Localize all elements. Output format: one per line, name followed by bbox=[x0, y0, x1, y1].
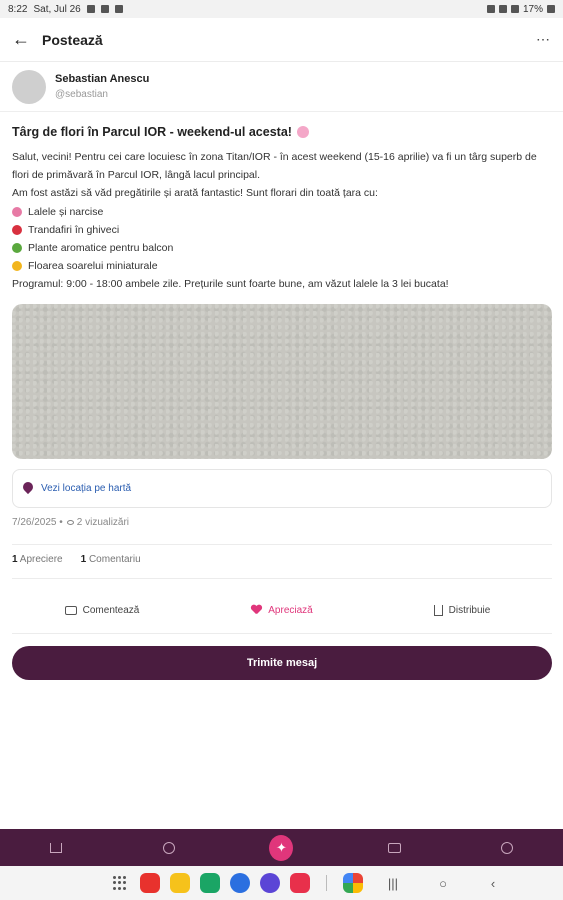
notification-icon bbox=[86, 5, 95, 13]
tulip-emoji-icon bbox=[12, 206, 22, 217]
divider bbox=[12, 633, 552, 634]
compass-icon bbox=[162, 841, 175, 854]
post-body: Salut, vecini! Pentru cei care locuiesc … bbox=[12, 148, 552, 294]
dock-separator bbox=[326, 875, 327, 891]
view-count: 2 vizualizări bbox=[76, 517, 130, 528]
comment-icon bbox=[64, 605, 77, 615]
likes-stat[interactable]: 1 Apreciere bbox=[12, 554, 63, 565]
share-icon bbox=[433, 604, 443, 616]
comments-count: 1 bbox=[80, 554, 87, 565]
battery-level: 17% bbox=[522, 3, 543, 15]
list-item: Plante aromatice pentru balcon bbox=[12, 239, 552, 257]
flower-emoji-icon bbox=[296, 126, 309, 138]
map-pin-icon bbox=[23, 482, 33, 495]
list-item: Lalele și narcise bbox=[12, 203, 552, 221]
nav-profile[interactable] bbox=[495, 836, 519, 860]
herb-emoji-icon bbox=[12, 243, 22, 254]
back-arrow-icon[interactable]: ← bbox=[12, 29, 36, 50]
list-item: Trandafiri în ghiveci bbox=[12, 221, 552, 239]
divider bbox=[12, 544, 552, 545]
battery-icon bbox=[547, 5, 555, 13]
dock-app-chrome-icon[interactable] bbox=[200, 873, 220, 893]
comment-label: Comentează bbox=[82, 604, 140, 616]
sunflower-emoji-icon bbox=[12, 261, 22, 272]
nav-messages[interactable] bbox=[382, 836, 406, 860]
post-intro-1: Salut, vecini! Pentru cei care locuiesc … bbox=[12, 151, 537, 182]
profile-icon bbox=[500, 841, 513, 854]
list-item-text: Trandafiri în ghiveci bbox=[28, 223, 120, 236]
post-author[interactable]: Sebastian Anescu @sebastian bbox=[0, 62, 563, 112]
post-actions: Comentează Apreciază Distribuie bbox=[12, 596, 552, 624]
plus-icon: ✦ bbox=[269, 834, 294, 861]
comment-button[interactable]: Comentează bbox=[12, 596, 192, 624]
app-bar: ← Postează ⋯ bbox=[0, 18, 563, 62]
bottom-navigation: ✦ bbox=[0, 829, 563, 866]
home-icon bbox=[50, 842, 63, 853]
list-item-text: Lalele și narcise bbox=[28, 205, 104, 218]
heart-icon bbox=[251, 605, 262, 615]
comments-stat[interactable]: 1 Comentariu bbox=[81, 554, 141, 565]
rose-emoji-icon bbox=[12, 224, 22, 235]
post-stats: 1 Apreciere 1 Comentariu bbox=[12, 554, 141, 565]
list-item-text: Floarea soarelui miniaturale bbox=[28, 260, 158, 273]
divider bbox=[12, 578, 552, 579]
back-button-icon[interactable]: ‹ bbox=[473, 876, 513, 891]
recent-apps-icon[interactable]: ||| bbox=[373, 876, 413, 891]
likes-count: 1 bbox=[12, 554, 18, 565]
post-intro-2: Am fost astăzi să văd pregătirile și ara… bbox=[12, 187, 378, 200]
post-date: 7/26/2025 • bbox=[12, 517, 63, 528]
nav-home[interactable] bbox=[44, 836, 68, 860]
post-meta: 7/26/2025 • 2 vizualizări bbox=[12, 517, 129, 528]
chat-icon bbox=[387, 842, 401, 853]
send-message-button[interactable]: Trimite mesaj bbox=[12, 646, 552, 680]
home-button-icon[interactable]: ○ bbox=[423, 876, 463, 891]
share-label: Distribuie bbox=[448, 604, 491, 616]
wifi-icon bbox=[498, 5, 507, 13]
comments-label: Comentariu bbox=[88, 554, 141, 565]
post-title-text: Târg de flori în Parcul IOR - weekend-ul… bbox=[12, 125, 292, 139]
dock-app-youtube-icon[interactable] bbox=[290, 873, 310, 893]
likes-label: Apreciere bbox=[19, 554, 63, 565]
mute-icon bbox=[486, 5, 495, 13]
status-bar: 8:22 Sat, Jul 26 17% bbox=[0, 0, 563, 18]
page-title: Postează bbox=[42, 31, 103, 48]
like-button[interactable]: Apreciază bbox=[192, 596, 372, 624]
author-name: Sebastian Anescu bbox=[55, 73, 150, 85]
system-navigation: ||| ○ ‹ bbox=[0, 866, 563, 900]
dock-app-notes-icon[interactable] bbox=[170, 873, 190, 893]
dock-app-photos-icon[interactable] bbox=[343, 873, 363, 893]
like-label: Apreciază bbox=[268, 604, 313, 616]
avatar[interactable] bbox=[12, 69, 46, 104]
dock-app-messages-icon[interactable] bbox=[230, 873, 250, 893]
signal-icon bbox=[510, 5, 519, 13]
post-schedule: Programul: 9:00 - 18:00 ambele zile. Pre… bbox=[12, 278, 449, 291]
post-title: Târg de flori în Parcul IOR - weekend-ul… bbox=[12, 122, 552, 142]
share-button[interactable]: Distribuie bbox=[372, 596, 552, 624]
view-location-label: Vezi locația pe hartă bbox=[41, 483, 132, 494]
post-image[interactable] bbox=[12, 304, 552, 459]
status-date: Sat, Jul 26 bbox=[33, 3, 81, 15]
author-handle: @sebastian bbox=[55, 89, 108, 100]
list-item-text: Plante aromatice pentru balcon bbox=[28, 242, 174, 255]
cloud-icon bbox=[114, 5, 123, 13]
view-location-button[interactable]: Vezi locația pe hartă bbox=[12, 469, 552, 508]
app-drawer-button[interactable] bbox=[110, 873, 130, 893]
list-item: Floarea soarelui miniaturale bbox=[12, 257, 552, 275]
dock-app-browser-icon[interactable] bbox=[260, 873, 280, 893]
more-options-icon[interactable]: ⋯ bbox=[536, 31, 551, 48]
dock-app-flipboard-icon[interactable] bbox=[140, 873, 160, 893]
app-grid-icon bbox=[113, 876, 127, 890]
gallery-icon bbox=[100, 5, 109, 13]
eye-icon bbox=[66, 520, 74, 525]
status-time: 8:22 bbox=[8, 3, 28, 15]
nav-explore[interactable] bbox=[157, 836, 181, 860]
post-content: Târg de flori în Parcul IOR - weekend-ul… bbox=[12, 122, 552, 294]
nav-create[interactable]: ✦ bbox=[269, 834, 294, 861]
